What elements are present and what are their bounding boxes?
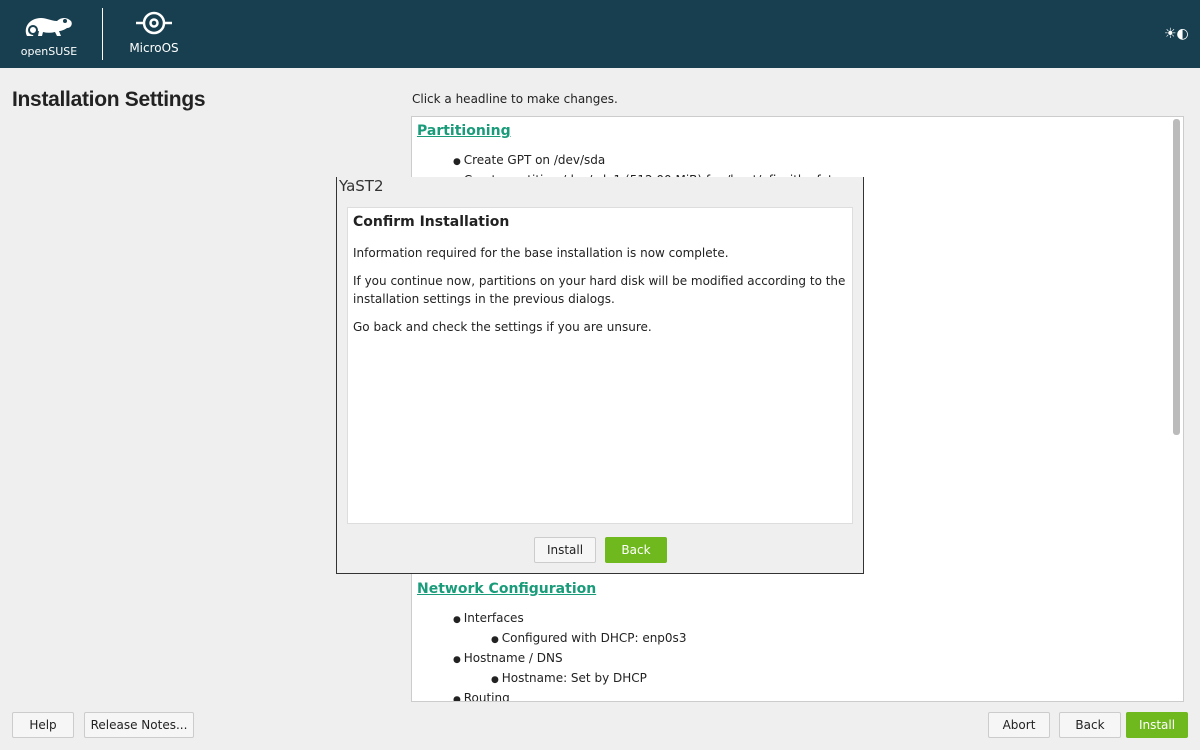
back-button[interactable]: Back bbox=[1059, 712, 1121, 738]
network-section: Network Configuration Interfaces Configu… bbox=[417, 581, 687, 701]
partitioning-link[interactable]: Partitioning bbox=[417, 123, 511, 139]
sun-moon-toggle-icon[interactable]: ☀◐ bbox=[1164, 26, 1189, 42]
install-button[interactable]: Install bbox=[1126, 712, 1188, 738]
confirm-dialog: YaST2 Confirm Installation Information r… bbox=[336, 177, 864, 574]
brand-text: openSUSE bbox=[20, 45, 78, 58]
list-item: Configured with DHCP: enp0s3 bbox=[491, 629, 687, 649]
list-item: Hostname / DNS bbox=[453, 649, 686, 669]
top-bar: openSUSE MicroOS ☀◐ bbox=[0, 0, 1200, 68]
chameleon-icon bbox=[25, 18, 72, 36]
opensuse-logo: openSUSE bbox=[16, 10, 82, 58]
dialog-heading: Confirm Installation bbox=[353, 214, 510, 230]
dialog-text: Go back and check the settings if you ar… bbox=[353, 320, 652, 334]
microos-icon bbox=[136, 11, 172, 35]
list-item: Interfaces bbox=[453, 609, 686, 629]
dialog-text: If you continue now, partitions on your … bbox=[353, 274, 846, 306]
list-item: Routing bbox=[453, 689, 686, 701]
network-configuration-link[interactable]: Network Configuration bbox=[417, 581, 596, 597]
header-divider bbox=[102, 8, 103, 60]
scrollbar[interactable] bbox=[1173, 119, 1180, 435]
dialog-back-button[interactable]: Back bbox=[605, 537, 667, 563]
dialog-content: Confirm Installation Information require… bbox=[347, 207, 853, 524]
hint-text: Click a headline to make changes. bbox=[412, 92, 618, 106]
list-item: Hostname: Set by DHCP bbox=[491, 669, 686, 689]
list-item: Create GPT on /dev/sda bbox=[453, 151, 833, 171]
dialog-install-button[interactable]: Install bbox=[534, 537, 596, 563]
microos-logo: MicroOS bbox=[124, 10, 184, 55]
page-title: Installation Settings bbox=[12, 88, 206, 111]
abort-button[interactable]: Abort bbox=[988, 712, 1050, 738]
help-button[interactable]: Help bbox=[12, 712, 74, 738]
release-notes-button[interactable]: Release Notes... bbox=[84, 712, 194, 738]
product-text: MicroOS bbox=[129, 41, 179, 55]
dialog-text: Information required for the base instal… bbox=[353, 246, 729, 260]
dialog-title: YaST2 bbox=[339, 177, 384, 195]
